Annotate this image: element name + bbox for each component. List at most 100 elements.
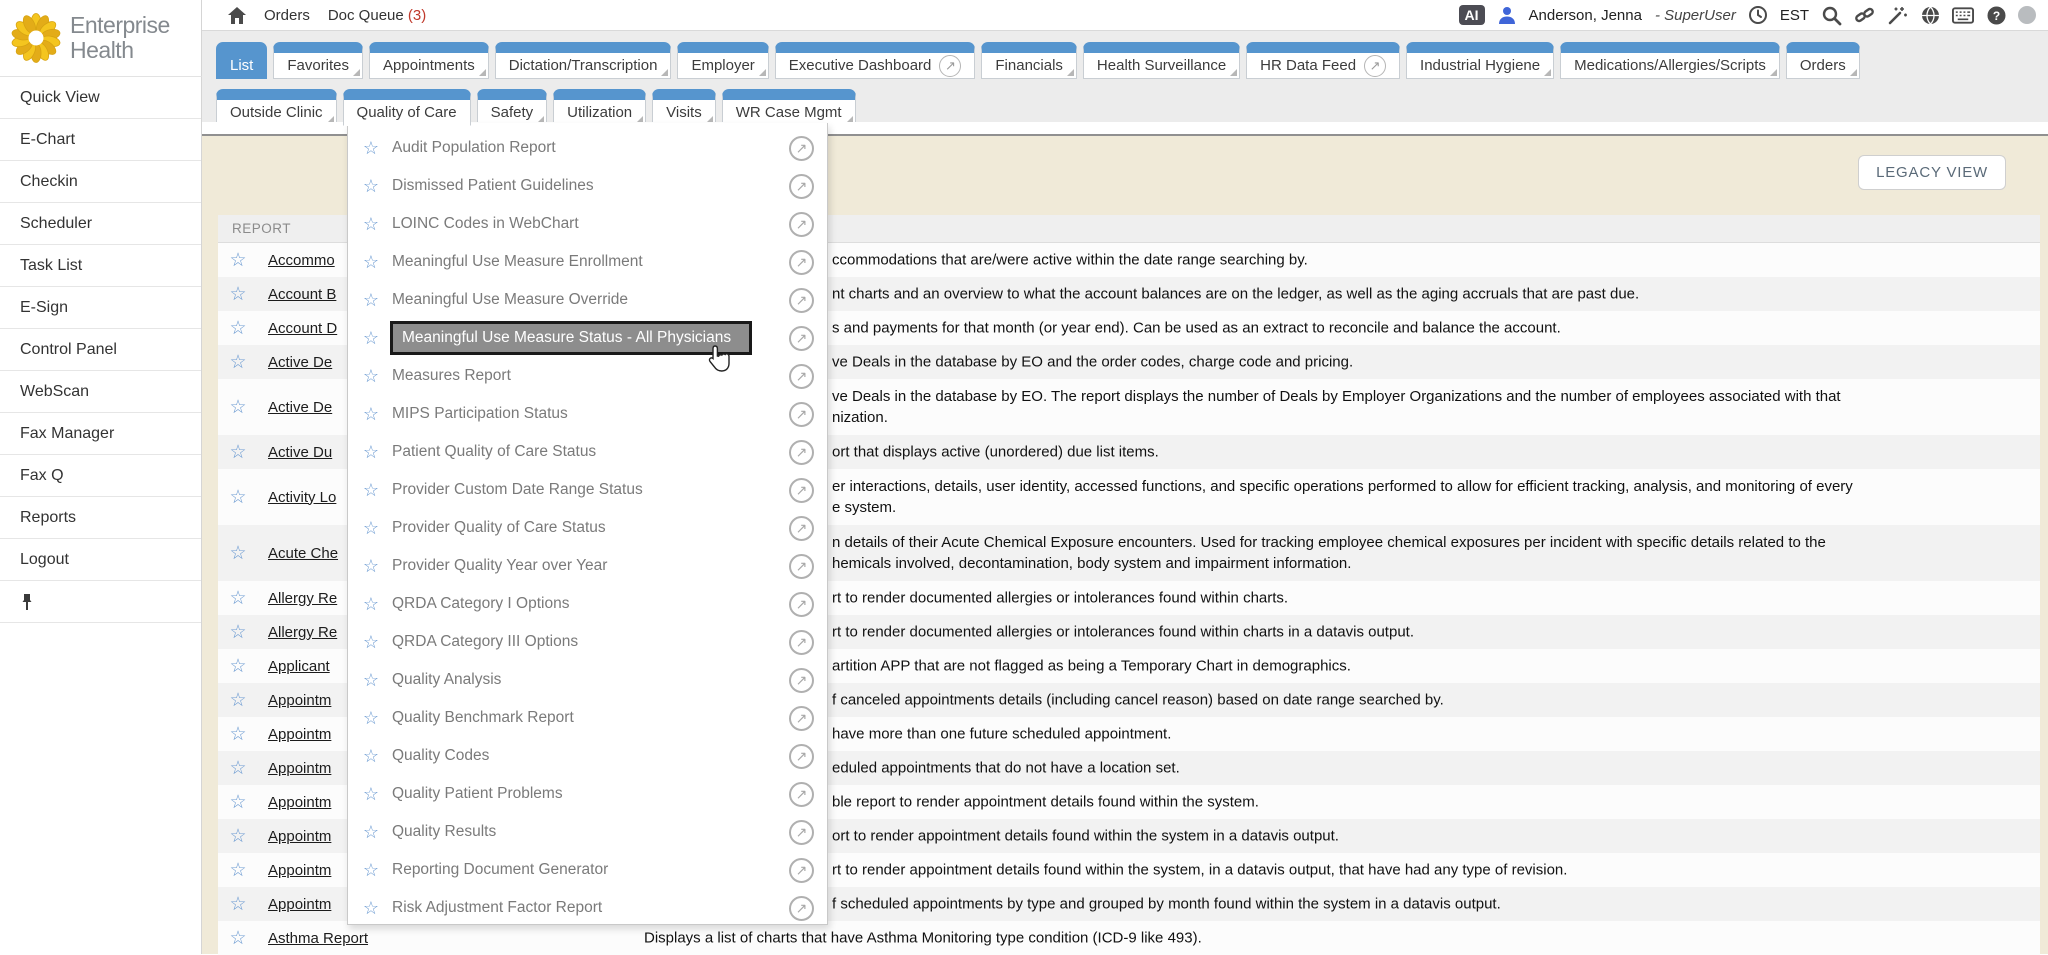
open-in-new-icon[interactable]: ↗ <box>789 250 814 275</box>
open-in-new-icon[interactable]: ↗ <box>789 478 814 503</box>
tab-quality-of-care[interactable]: Quality of Care <box>343 89 471 126</box>
tab-safety[interactable]: Safety <box>477 89 548 126</box>
favorite-star-icon[interactable]: ☆ <box>227 351 249 374</box>
open-in-new-icon[interactable]: ↗ <box>789 668 814 693</box>
open-in-new-icon[interactable]: ↗ <box>789 782 814 807</box>
keyboard-icon[interactable] <box>1952 4 1974 26</box>
favorite-star-icon[interactable]: ☆ <box>227 587 249 610</box>
open-in-new-icon[interactable]: ↗ <box>1364 55 1386 77</box>
tab-wr-case-mgmt[interactable]: WR Case Mgmt <box>722 89 856 126</box>
report-link[interactable]: Accommo <box>268 252 335 269</box>
menu-item-loinc-codes-in-webchart[interactable]: ☆LOINC Codes in WebChart↗ <box>348 205 827 243</box>
favorite-star-icon[interactable]: ☆ <box>358 822 384 843</box>
open-in-new-icon[interactable]: ↗ <box>789 402 814 427</box>
report-link[interactable]: Allergy Re <box>268 624 337 641</box>
favorite-star-icon[interactable]: ☆ <box>358 518 384 539</box>
menu-item-provider-quality-of-care-status[interactable]: ☆Provider Quality of Care Status↗ <box>348 509 827 547</box>
report-link[interactable]: Activity Lo <box>268 489 336 506</box>
menu-item-reporting-document-generator[interactable]: ☆Reporting Document Generator↗ <box>348 851 827 889</box>
tab-medications-allergies-scripts[interactable]: Medications/Allergies/Scripts <box>1560 42 1780 79</box>
tab-employer[interactable]: Employer <box>677 42 768 79</box>
favorite-star-icon[interactable]: ☆ <box>227 249 249 272</box>
report-link[interactable]: Appointm <box>268 828 331 845</box>
menu-item-meaningful-use-measure-enrollment[interactable]: ☆Meaningful Use Measure Enrollment↗ <box>348 243 827 281</box>
menu-item-provider-quality-year-over-year[interactable]: ☆Provider Quality Year over Year↗ <box>348 547 827 585</box>
sidebar-item-quick-view[interactable]: Quick View <box>0 77 201 119</box>
menu-item-measures-report[interactable]: ☆Measures Report↗ <box>348 357 827 395</box>
open-in-new-icon[interactable]: ↗ <box>789 554 814 579</box>
sidebar-item-control-panel[interactable]: Control Panel <box>0 329 201 371</box>
menu-item-meaningful-use-measure-override[interactable]: ☆Meaningful Use Measure Override↗ <box>348 281 827 319</box>
favorite-star-icon[interactable]: ☆ <box>358 176 384 197</box>
menu-item-quality-codes[interactable]: ☆Quality Codes↗ <box>348 737 827 775</box>
legacy-view-button[interactable]: LEGACY VIEW <box>1858 155 2006 190</box>
tab-list[interactable]: List <box>216 42 267 79</box>
favorite-star-icon[interactable]: ☆ <box>358 442 384 463</box>
favorite-star-icon[interactable]: ☆ <box>227 283 249 306</box>
tab-financials[interactable]: Financials <box>981 42 1077 79</box>
tab-visits[interactable]: Visits <box>652 89 716 126</box>
sidebar-item-task-list[interactable]: Task List <box>0 245 201 287</box>
open-in-new-icon[interactable]: ↗ <box>939 55 961 77</box>
open-in-new-icon[interactable]: ↗ <box>789 744 814 769</box>
wand-icon[interactable] <box>1886 4 1908 26</box>
favorite-star-icon[interactable]: ☆ <box>358 784 384 805</box>
sidebar-item-reports[interactable]: Reports <box>0 497 201 539</box>
sidebar-item-scheduler[interactable]: Scheduler <box>0 203 201 245</box>
tab-orders[interactable]: Orders <box>1786 42 1860 79</box>
favorite-star-icon[interactable]: ☆ <box>358 556 384 577</box>
tab-hr-data-feed[interactable]: HR Data Feed↗ <box>1246 42 1400 79</box>
sidebar-item-checkin[interactable]: Checkin <box>0 161 201 203</box>
menu-item-provider-custom-date-range-status[interactable]: ☆Provider Custom Date Range Status↗ <box>348 471 827 509</box>
report-link[interactable]: Appointm <box>268 794 331 811</box>
favorite-star-icon[interactable]: ☆ <box>358 404 384 425</box>
report-link[interactable]: Active Du <box>268 444 332 461</box>
favorite-star-icon[interactable]: ☆ <box>227 689 249 712</box>
user-icon[interactable] <box>1496 4 1518 26</box>
report-link[interactable]: Acute Che <box>268 545 338 562</box>
favorite-star-icon[interactable]: ☆ <box>227 621 249 644</box>
tab-health-surveillance[interactable]: Health Surveillance <box>1083 42 1240 79</box>
favorite-star-icon[interactable]: ☆ <box>358 138 384 159</box>
favorite-star-icon[interactable]: ☆ <box>358 860 384 881</box>
sidebar-item-logout[interactable]: Logout <box>0 539 201 581</box>
sidebar-item-e-sign[interactable]: E-Sign <box>0 287 201 329</box>
user-name[interactable]: Anderson, Jenna <box>1529 7 1642 24</box>
open-in-new-icon[interactable]: ↗ <box>789 364 814 389</box>
sidebar-item-fax-q[interactable]: Fax Q <box>0 455 201 497</box>
sidebar-item-webscan[interactable]: WebScan <box>0 371 201 413</box>
globe-icon[interactable] <box>1919 4 1941 26</box>
open-in-new-icon[interactable]: ↗ <box>789 592 814 617</box>
favorite-star-icon[interactable]: ☆ <box>358 214 384 235</box>
report-link[interactable]: Active De <box>268 354 332 371</box>
report-link[interactable]: Account B <box>268 286 336 303</box>
menu-item-qrda-category-i-options[interactable]: ☆QRDA Category I Options↗ <box>348 585 827 623</box>
open-in-new-icon[interactable]: ↗ <box>789 212 814 237</box>
favorite-star-icon[interactable]: ☆ <box>358 632 384 653</box>
report-link[interactable]: Asthma Report <box>268 930 368 947</box>
help-icon[interactable]: ? <box>1985 4 2007 26</box>
menu-item-dismissed-patient-guidelines[interactable]: ☆Dismissed Patient Guidelines↗ <box>348 167 827 205</box>
favorite-star-icon[interactable]: ☆ <box>227 791 249 814</box>
open-in-new-icon[interactable]: ↗ <box>789 440 814 465</box>
menu-item-qrda-category-iii-options[interactable]: ☆QRDA Category III Options↗ <box>348 623 827 661</box>
open-in-new-icon[interactable]: ↗ <box>789 136 814 161</box>
menu-item-meaningful-use-measure-status-all-physicians[interactable]: ☆Meaningful Use Measure Status - All Phy… <box>348 319 827 357</box>
open-in-new-icon[interactable]: ↗ <box>789 174 814 199</box>
favorite-star-icon[interactable]: ☆ <box>227 655 249 678</box>
sidebar-item-fax-manager[interactable]: Fax Manager <box>0 413 201 455</box>
favorite-star-icon[interactable]: ☆ <box>227 893 249 916</box>
favorite-star-icon[interactable]: ☆ <box>227 396 249 419</box>
favorite-star-icon[interactable]: ☆ <box>227 927 249 950</box>
tab-appointments[interactable]: Appointments <box>369 42 489 79</box>
favorite-star-icon[interactable]: ☆ <box>358 366 384 387</box>
report-link[interactable]: Account D <box>268 320 337 337</box>
open-in-new-icon[interactable]: ↗ <box>789 858 814 883</box>
breadcrumb-orders[interactable]: Orders <box>264 7 310 24</box>
menu-item-mips-participation-status[interactable]: ☆MIPS Participation Status↗ <box>348 395 827 433</box>
favorite-star-icon[interactable]: ☆ <box>358 594 384 615</box>
tab-executive-dashboard[interactable]: Executive Dashboard↗ <box>775 42 976 79</box>
report-link[interactable]: Appointm <box>268 760 331 777</box>
report-link[interactable]: Appointm <box>268 896 331 913</box>
report-link[interactable]: Active De <box>268 399 332 416</box>
